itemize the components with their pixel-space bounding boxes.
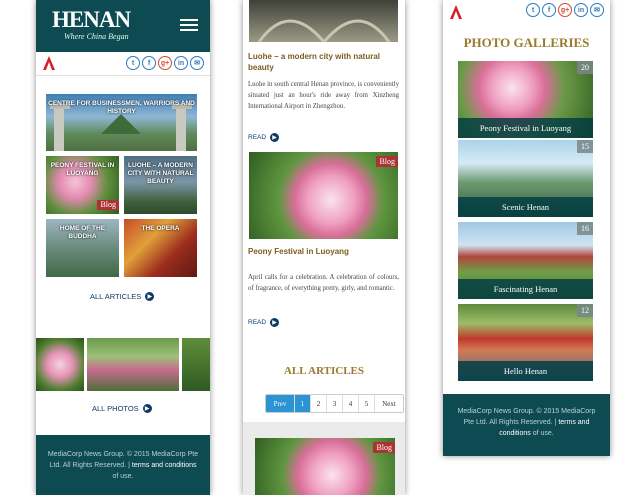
article-image-peony[interactable]: Blog (255, 438, 395, 495)
hamburger-menu-icon[interactable] (180, 19, 198, 34)
share-icons: t f g+ in ✉ (526, 3, 604, 17)
home-screen: HENAN Where China Began t f g+ in ✉ Cent… (36, 0, 210, 495)
tile-label: Centre for Businessmen, Warriors and His… (48, 100, 195, 115)
channel-logo-icon[interactable] (449, 4, 463, 20)
tile-luohe[interactable]: Luohe – a modern city with natural beaut… (124, 156, 197, 214)
logo-tagline: Where China Began (64, 32, 129, 41)
gallery-card[interactable]: 12 Hello Henan (458, 304, 593, 381)
article-image-peony[interactable]: Blog (249, 152, 398, 239)
article-excerpt: Luohe in south central Henan province, i… (248, 81, 399, 110)
gallery-label: Scenic Henan (458, 197, 593, 217)
terms-link[interactable]: terms and (132, 462, 163, 469)
pagination: Prev 1 2 3 4 5 Next (265, 394, 404, 413)
photo-strip[interactable] (36, 338, 210, 391)
read-label: READ (248, 134, 267, 141)
tile-the-opera[interactable]: The Opera (124, 219, 197, 277)
googleplus-icon[interactable]: g+ (558, 3, 572, 17)
read-link[interactable]: READ ▶ (248, 133, 280, 142)
channel-logo-icon[interactable] (42, 55, 56, 71)
photo-thumb[interactable] (87, 338, 179, 391)
all-articles-label: ALL ARTICLES (90, 292, 142, 301)
pagination-page-3[interactable]: 3 (327, 395, 343, 412)
all-articles-link[interactable]: ALL ARTICLES ▶ (90, 292, 155, 301)
share-bar: t f g+ in ✉ (443, 0, 610, 26)
tile-label: Luohe – a modern city with natural beaut… (127, 162, 194, 185)
page-title: PHOTO GALLERIES (463, 35, 590, 50)
gallery-label: Fascinating Henan (458, 279, 593, 299)
tile-label: Home of the Buddha (59, 225, 106, 240)
facebook-icon[interactable]: f (542, 3, 556, 17)
gallery-card[interactable]: 16 Fascinating Henan (458, 222, 593, 299)
footer-tail: of use. (532, 430, 554, 437)
pagination-page-4[interactable]: 4 (343, 395, 359, 412)
gallery-card[interactable]: 15 Scenic Henan (458, 140, 593, 217)
arrow-right-icon: ▶ (142, 404, 152, 413)
arrow-right-icon: ▶ (270, 318, 280, 327)
terms-link[interactable]: terms and (558, 419, 589, 426)
photo-thumb[interactable] (182, 338, 210, 391)
tile-peony-festival[interactable]: Peony Festival in Luoyang Blog (46, 156, 119, 214)
arrow-right-icon: ▶ (145, 292, 155, 301)
linkedin-icon[interactable]: in (174, 56, 188, 70)
blog-badge: Blog (373, 442, 395, 453)
blog-badge: Blog (376, 156, 398, 167)
photo-count: 16 (577, 222, 593, 235)
pagination-page-5[interactable]: 5 (359, 395, 375, 412)
article-title[interactable]: Luohe – a modern city with natural beaut… (248, 51, 398, 73)
email-icon[interactable]: ✉ (590, 3, 604, 17)
site-footer: MediaCorp News Group. © 2015 MediaCorp P… (36, 435, 210, 495)
pagination-next[interactable]: Next (375, 395, 403, 412)
conditions-link[interactable]: conditions (165, 462, 197, 469)
article-card-bottom: Blog (243, 422, 405, 495)
twitter-icon[interactable]: t (126, 56, 140, 70)
share-bar: t f g+ in ✉ (36, 52, 210, 76)
gallery-card[interactable]: 20 Peony Festival in Luoyang (458, 61, 593, 138)
read-link[interactable]: READ ▶ (248, 318, 280, 327)
twitter-icon[interactable]: t (526, 3, 540, 17)
site-header: HENAN Where China Began (36, 0, 210, 52)
pagination-prev[interactable]: Prev (266, 395, 295, 412)
all-photos-label: ALL PHOTOS (92, 404, 139, 413)
tile-centre-businessmen[interactable]: Centre for Businessmen, Warriors and His… (46, 94, 197, 151)
tile-home-of-buddha[interactable]: Home of the Buddha (46, 219, 119, 277)
site-footer: MediaCorp News Group. © 2015 MediaCorp P… (443, 394, 610, 456)
email-icon[interactable]: ✉ (190, 56, 204, 70)
gallery-label: Hello Henan (458, 361, 593, 381)
share-icons: t f g+ in ✉ (126, 56, 204, 70)
read-label: READ (248, 319, 267, 326)
photo-count: 15 (577, 140, 593, 153)
henan-logo[interactable]: HENAN (52, 8, 131, 31)
photo-count: 12 (577, 304, 593, 317)
photo-thumb[interactable] (36, 338, 84, 391)
article-image-top[interactable] (249, 0, 398, 43)
section-heading: ALL ARTICLES (283, 365, 364, 377)
footer-tail: of use. (112, 473, 134, 480)
galleries-screen: t f g+ in ✉ PHOTO GALLERIES 20 Peony Fes… (443, 0, 610, 456)
tile-label: Peony Festival in Luoyang (50, 162, 115, 177)
articles-screen: Luohe – a modern city with natural beaut… (243, 0, 405, 495)
article-excerpt: April calls for a celebration. A celebra… (248, 274, 399, 292)
tile-label: The Opera (141, 225, 180, 232)
blog-badge: Blog (97, 200, 119, 210)
facebook-icon[interactable]: f (142, 56, 156, 70)
googleplus-icon[interactable]: g+ (158, 56, 172, 70)
photo-count: 20 (577, 61, 593, 74)
conditions-link[interactable]: conditions (499, 430, 531, 437)
all-photos-link[interactable]: ALL PHOTOS ▶ (92, 404, 152, 413)
linkedin-icon[interactable]: in (574, 3, 588, 17)
article-title[interactable]: Peony Festival in Luoyang (248, 246, 349, 257)
gallery-label: Peony Festival in Luoyang (458, 118, 593, 138)
pagination-page-1[interactable]: 1 (295, 395, 311, 412)
pagination-page-2[interactable]: 2 (311, 395, 327, 412)
arrow-right-icon: ▶ (270, 133, 280, 142)
